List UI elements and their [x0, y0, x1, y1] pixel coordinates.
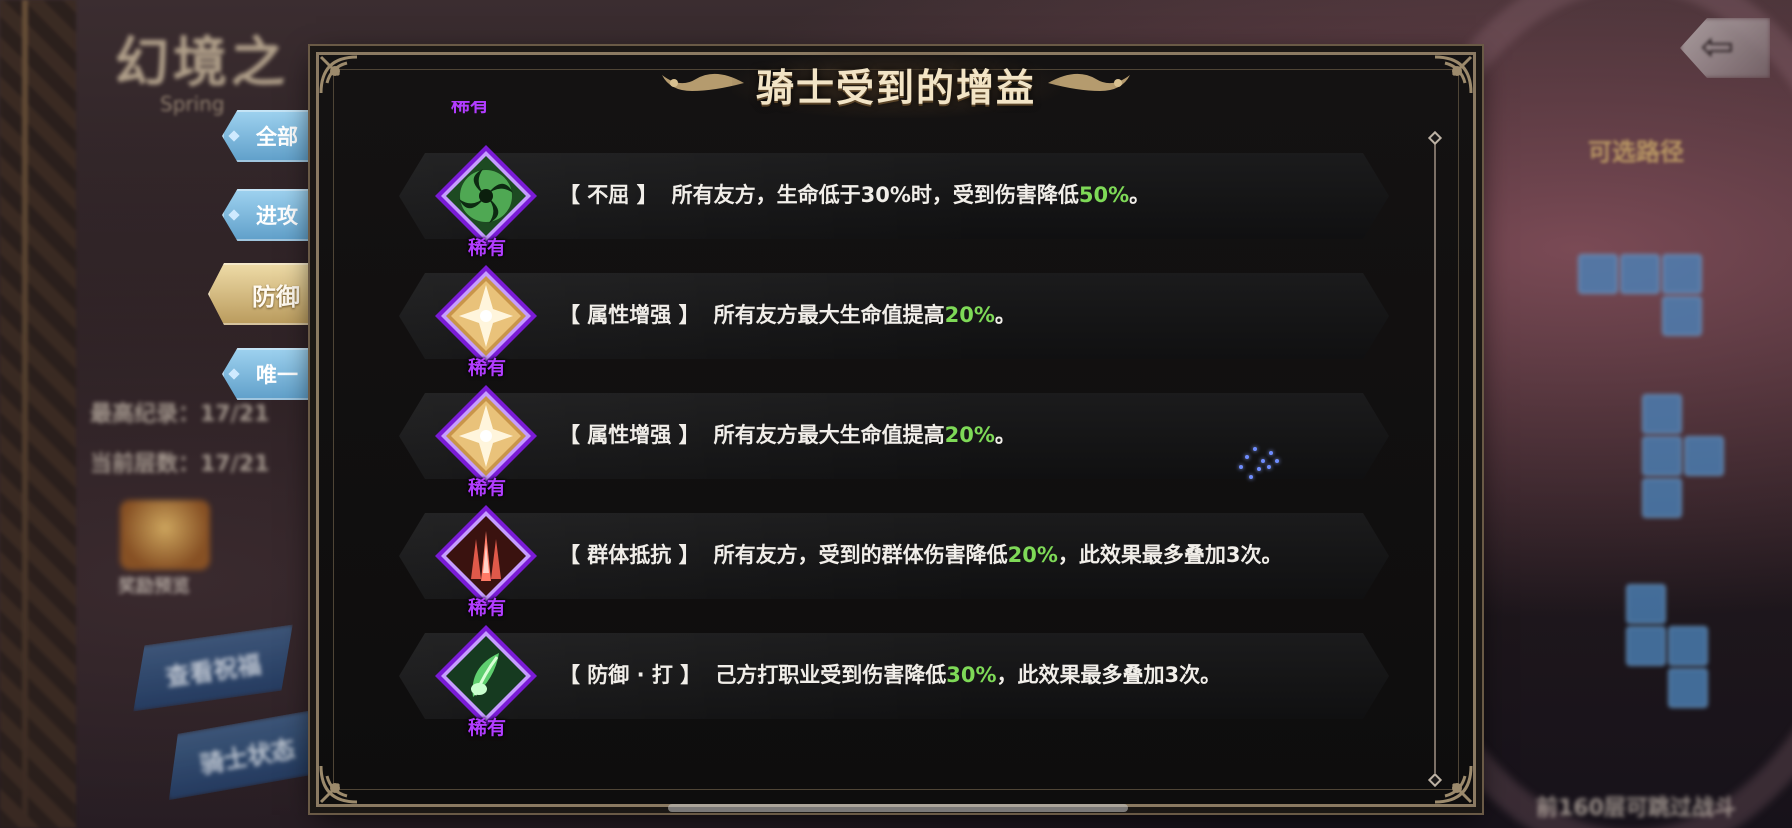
dialog-header: 骑士受到的增益	[662, 50, 1130, 118]
route-tile	[1578, 254, 1618, 294]
route-tile	[1642, 394, 1682, 434]
right-panel	[1462, 0, 1792, 828]
buff-description: 【 属性增强 】所有友方最大生命值提高20%。	[559, 299, 1016, 329]
buff-text: 所有友方最大生命值提高	[713, 423, 945, 447]
buff-text: 所有友方，受到的群体伤害降低	[713, 543, 1008, 567]
buff-description: 【 防御 · 打 】己方打职业受到伤害降低30%，此效果最多叠加3次。	[559, 659, 1221, 689]
route-tile	[1668, 668, 1708, 708]
left-decor-strip	[0, 0, 76, 828]
arch-decor	[1462, 0, 1792, 828]
route-tile	[1662, 296, 1702, 336]
buff-text-suffix: 。	[1129, 183, 1151, 207]
tab-label: 全部	[256, 125, 298, 149]
buff-row[interactable]: 稀有 【 属性增强 】所有友方最大生命值提高20%。	[389, 249, 1389, 379]
route-tile	[1642, 478, 1682, 518]
buff-description: 【 不屈 】所有友方，生命低于30%时，受到伤害降低50%。	[559, 179, 1150, 209]
buff-dialog: 骑士受到的增益 稀有 稀有 【 不屈 】所有友方，生命低于30%时，受到伤害降低…	[316, 50, 1476, 807]
tab-label: 进攻	[256, 204, 298, 228]
home-indicator[interactable]	[668, 804, 1128, 812]
dialog-title: 骑士受到的增益	[731, 50, 1060, 118]
route-tile	[1620, 254, 1660, 294]
buff-value: 20%	[1007, 543, 1058, 567]
route-tile	[1668, 626, 1708, 666]
buff-list[interactable]: 稀有 【 不屈 】所有友方，生命低于30%时，受到伤害降低50%。 稀有 【 属…	[389, 129, 1389, 789]
buff-text: 所有友方，生命低于30%时，受到伤害降低	[671, 183, 1079, 207]
buff-name: 【 不屈 】	[559, 183, 658, 207]
game-subtitle: Spring	[160, 92, 225, 116]
tab-label: 防御	[252, 282, 300, 311]
view-blessing-button[interactable]: 查看祝福	[124, 624, 301, 711]
rarity-label: 稀有	[467, 717, 506, 739]
buff-row[interactable]: 稀有 【 属性增强 】所有友方最大生命值提高20%。	[389, 369, 1389, 499]
scroll-cap-top	[1427, 130, 1443, 146]
buff-value: 30%	[946, 663, 997, 687]
route-tile	[1626, 584, 1666, 624]
buff-text-suffix: ，此效果最多叠加3次。	[1057, 543, 1283, 567]
buff-value: 50%	[1078, 183, 1130, 207]
buff-name: 【 群体抵抗 】	[559, 543, 700, 567]
current-floor: 当前层数：17/21	[90, 452, 270, 477]
buff-name: 【 属性增强 】	[559, 423, 700, 447]
buff-value: 20%	[944, 423, 995, 447]
buff-description: 【 群体抵抗 】所有友方，受到的群体伤害降低20%，此效果最多叠加3次。	[559, 539, 1283, 569]
corner-ornament	[317, 726, 397, 806]
scroll-track	[1434, 143, 1436, 773]
route-tile	[1626, 626, 1666, 666]
buff-text-suffix: 。	[994, 303, 1016, 327]
buff-row[interactable]: 稀有 【 不屈 】所有友方，生命低于30%时，受到伤害降低50%。	[389, 129, 1389, 259]
tab-label: 唯一	[256, 363, 298, 387]
buff-name: 【 防御 · 打 】	[559, 663, 702, 687]
route-tile	[1684, 436, 1724, 476]
back-arrow-icon: ⇦	[1700, 24, 1734, 70]
buff-row[interactable]: 稀有 【 群体抵抗 】所有友方，受到的群体伤害降低20%，此效果最多叠加3次。	[389, 489, 1389, 619]
buff-text-suffix: 。	[994, 423, 1016, 447]
route-label: 可选路径	[1588, 138, 1684, 166]
scroll-cap-bottom	[1427, 772, 1443, 788]
buff-row[interactable]: 稀有 【 防御 · 打 】己方打职业受到伤害降低30%，此效果最多叠加3次。	[389, 609, 1389, 739]
corner-ornament	[1395, 53, 1475, 133]
buff-text-suffix: ，此效果最多叠加3次。	[996, 663, 1222, 687]
route-tile	[1662, 254, 1702, 294]
buff-value: 20%	[944, 303, 995, 327]
corner-ornament	[317, 53, 397, 133]
treasure-chest-icon[interactable]	[120, 500, 210, 570]
buff-text: 所有友方最大生命值提高	[713, 303, 945, 327]
best-record: 最高纪录：17/21	[90, 402, 270, 427]
partial-rarity-label: 稀有	[450, 101, 489, 115]
route-tile	[1642, 436, 1682, 476]
game-title: 幻境之	[115, 30, 289, 94]
bottom-note: 前160层可跳过战斗	[1536, 796, 1736, 821]
chest-label: 奖励预览	[118, 576, 190, 597]
scrollbar[interactable]	[1427, 130, 1443, 788]
buff-description: 【 属性增强 】所有友方最大生命值提高20%。	[559, 419, 1016, 449]
buff-name: 【 属性增强 】	[559, 303, 700, 327]
buff-text: 己方打职业受到伤害降低	[715, 663, 947, 687]
knight-status-button[interactable]: 骑士状态	[158, 708, 337, 801]
